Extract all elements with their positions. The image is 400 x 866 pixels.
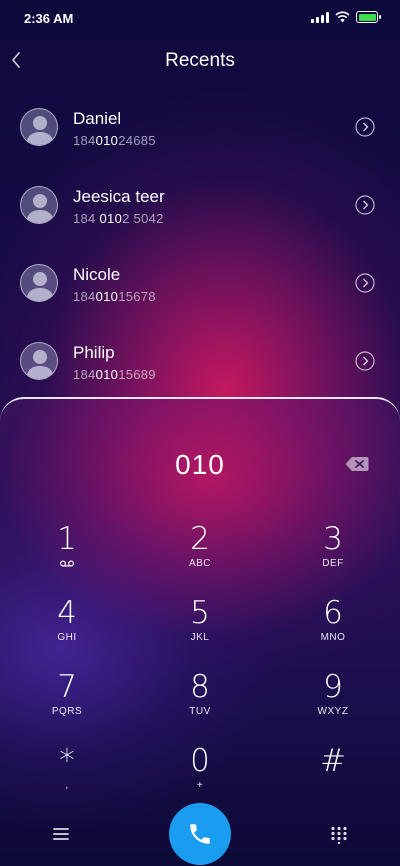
contact-number: 18401015689 (73, 367, 156, 382)
contact-name: Daniel (73, 109, 122, 128)
number-match-highlight: 010 (95, 133, 119, 148)
key-letters: JKL (190, 632, 210, 643)
key-digit: 3 (323, 521, 343, 557)
key-7[interactable]: 7 PQRS (27, 670, 107, 730)
key-digit: 4 (57, 595, 77, 631)
chevron-right-circle-icon[interactable] (355, 195, 375, 215)
key-letters: + (196, 780, 204, 791)
key-star[interactable]: * , (27, 744, 107, 804)
chevron-right-circle-icon[interactable] (355, 117, 375, 137)
key-letters: WXYZ (317, 706, 349, 717)
key-5[interactable]: 5 JKL (160, 596, 240, 656)
key-digit: 9 (323, 669, 343, 705)
key-letters: ABC (188, 558, 212, 569)
contact-number: 18401015678 (73, 289, 156, 304)
signal-icon (311, 11, 329, 23)
key-digit: 6 (323, 595, 343, 631)
contact-row-daniel[interactable]: Daniel 18401024685 (0, 100, 400, 160)
status-time: 2:36 AM (24, 11, 74, 26)
key-letters: MNO (320, 632, 346, 643)
contact-row-philip[interactable]: Philip 18401015689 (0, 334, 400, 394)
contact-name: Jeesica teer (73, 187, 165, 206)
status-bar: 2:36 AM (0, 0, 400, 36)
battery-icon (356, 11, 381, 23)
key-digit: 1 (57, 521, 77, 557)
header: Recents (0, 40, 400, 80)
contact-number: 184 0102 5042 (73, 211, 164, 226)
key-digit: 0 (190, 743, 210, 779)
key-digit: # (320, 743, 346, 779)
phone-icon (190, 824, 210, 844)
chevron-right-circle-icon[interactable] (355, 273, 375, 293)
key-letters: GHI (57, 632, 77, 643)
hamburger-menu-icon[interactable] (52, 827, 70, 841)
status-icons (311, 11, 381, 23)
key-6[interactable]: 6 MNO (293, 596, 373, 656)
chevron-right-circle-icon[interactable] (355, 351, 375, 371)
keypad-grid-icon[interactable] (330, 826, 348, 844)
key-8[interactable]: 8 TUV (160, 670, 240, 730)
key-digit: 7 (57, 669, 77, 705)
contact-row-nicole[interactable]: Nicole 18401015678 (0, 256, 400, 316)
battery-level (358, 13, 376, 21)
key-digit: * (59, 743, 75, 779)
key-9[interactable]: 9 WXYZ (293, 670, 373, 730)
key-1[interactable]: 1 (27, 522, 107, 582)
key-letters: DEF (322, 558, 344, 569)
key-letters: PQRS (51, 706, 83, 717)
dial-number-input[interactable]: 010 (0, 449, 400, 481)
dialer-bottom-bar (0, 800, 400, 866)
key-0[interactable]: 0 + (160, 744, 240, 804)
contact-number: 18401024685 (73, 133, 156, 148)
contact-name: Nicole (73, 265, 121, 284)
person-icon (26, 116, 54, 145)
key-letters: TUV (189, 706, 211, 717)
page-title: Recents (165, 50, 235, 71)
key-hash[interactable]: # (293, 744, 373, 804)
key-digit: 5 (190, 595, 210, 631)
number-match-highlight: 010 (99, 211, 123, 226)
key-3[interactable]: 3 DEF (293, 522, 373, 582)
number-match-highlight: 010 (95, 367, 119, 382)
avatar (20, 342, 58, 380)
key-letters: , (65, 780, 69, 791)
dialpad-panel: 010 1 2 ABC 3 DEF 4 GHI 5 JKL 6 MNO 7 PQ… (0, 397, 400, 866)
number-match-highlight: 010 (95, 289, 119, 304)
voicemail-icon (60, 560, 74, 567)
wifi-icon (335, 11, 350, 23)
avatar (20, 264, 58, 302)
person-icon (26, 194, 54, 223)
contact-row-jeesica-teer[interactable]: Jeesica teer 184 0102 5042 (0, 178, 400, 238)
avatar (20, 108, 58, 146)
key-digit: 2 (190, 521, 210, 557)
backspace-icon[interactable] (345, 456, 369, 472)
contact-name: Philip (73, 343, 115, 362)
person-icon (26, 272, 54, 301)
call-button[interactable] (169, 803, 231, 865)
key-4[interactable]: 4 GHI (27, 596, 107, 656)
key-digit: 8 (190, 669, 210, 705)
person-icon (26, 350, 54, 379)
avatar (20, 186, 58, 224)
key-2[interactable]: 2 ABC (160, 522, 240, 582)
